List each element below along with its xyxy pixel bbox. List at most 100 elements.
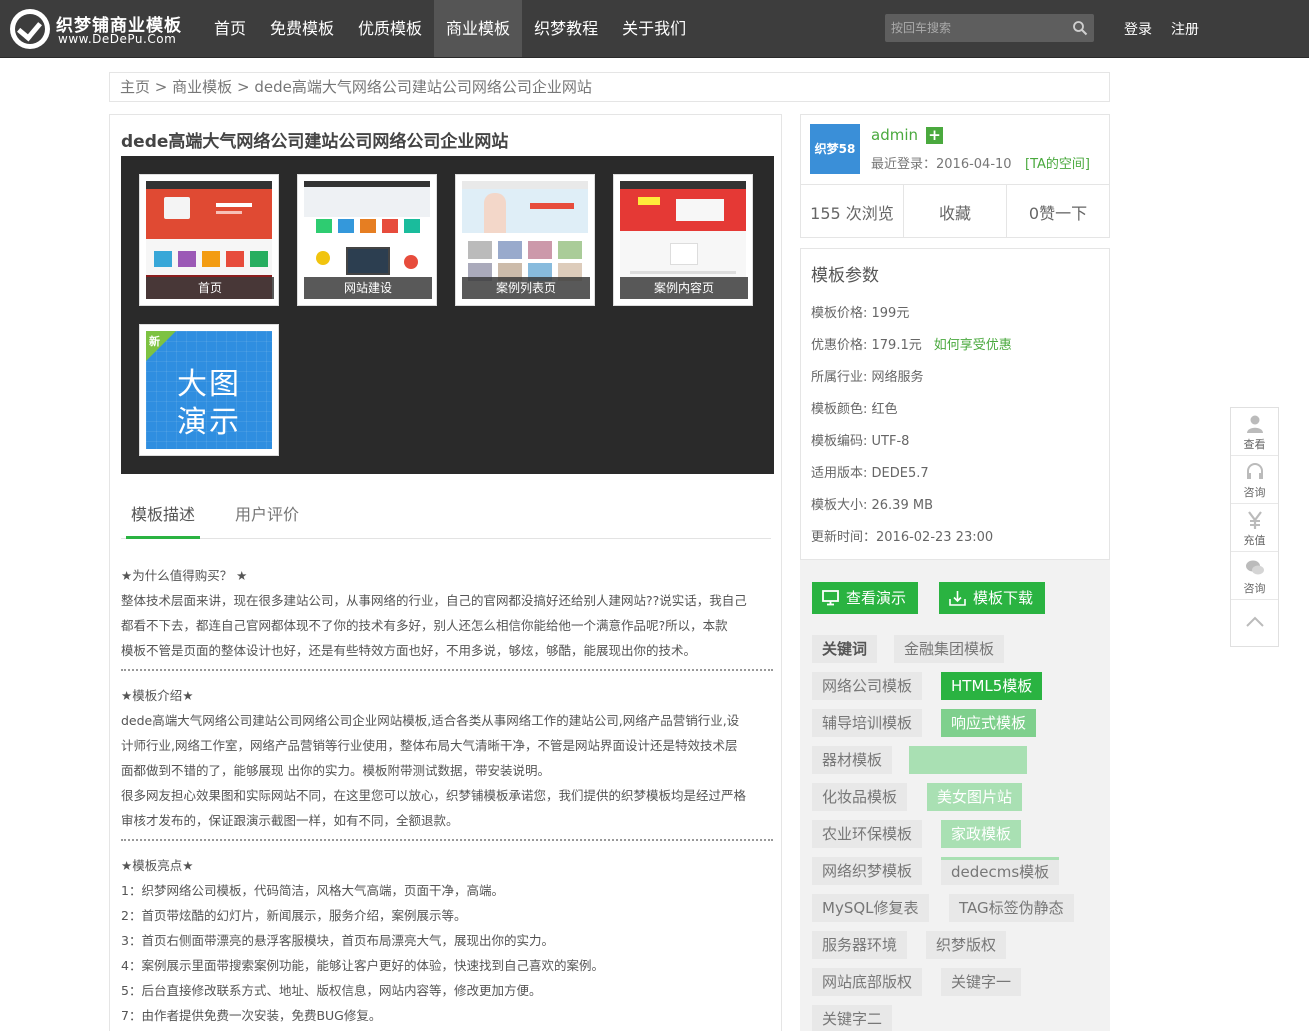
template-description: ★为什么值得购买？ ★ 整体技术层面来讲，现在很多建站公司，从事网络的行业，自己… [121,563,773,1031]
breadcrumb-sep: > [154,78,168,96]
tab-description[interactable]: 模板描述 [126,493,201,539]
download-icon [949,591,966,606]
view-demo-button[interactable]: 查看演示 [812,582,918,614]
nav-quality-templates[interactable]: 优质模板 [346,0,434,57]
gallery-thumb[interactable]: 案例内容页 [613,174,753,306]
tag[interactable]: HTML5模板 [941,672,1043,700]
page-title: dede高端大气网络公司建站公司网络公司企业网站 [121,132,509,152]
author-space-link[interactable]: [TA的空间] [1025,153,1090,172]
follow-plus-icon[interactable]: + [926,127,943,144]
avatar[interactable]: 织梦58 [810,124,860,174]
side-view-button[interactable]: 查看 [1231,408,1278,456]
thumb-caption: 案例内容页 [620,277,748,299]
main-nav: 首页 免费模板 优质模板 商业模板 织梦教程 关于我们 [202,0,698,57]
breadcrumb-sep: > [236,78,250,96]
why-section: ★为什么值得购买？ ★ 整体技术层面来讲，现在很多建站公司，从事网络的行业，自己… [121,563,773,671]
view-demo-label: 查看演示 [846,589,907,607]
tag[interactable] [909,746,1027,774]
param-industry: 所属行业: 网络服务 [811,370,924,385]
detail-tabs: 模板描述 用户评价 [121,493,771,539]
desc-line: 很多网友担心效果图和实际网站不同，在这里您可以放心，织梦铺模板承诺您，我们提供的… [121,788,747,803]
tag[interactable]: 网站底部版权 [812,968,923,996]
nav-free-templates[interactable]: 免费模板 [258,0,346,57]
tag[interactable]: TAG标签伪静态 [949,894,1074,922]
discount-link[interactable]: 如何享受优惠 [934,338,1012,353]
params-title: 模板参数 [811,266,879,286]
tag[interactable]: 美女图片站 [927,783,1023,811]
param-size: 模板大小: 26.39 MB [811,498,933,513]
tag[interactable]: 关键字一 [941,968,1022,996]
search-box [885,14,1094,42]
side-label: 咨询 [1243,582,1266,595]
tag[interactable]: 织梦版权 [926,931,1007,959]
thumb-caption: 首页 [146,277,274,299]
login-link[interactable]: 登录 [1124,19,1152,39]
section-heading: ★为什么值得购买？ ★ [121,568,248,583]
tag[interactable]: dedecms模板 [941,857,1060,885]
favorite-button[interactable]: 收藏 [904,185,1007,238]
desc-line: 4：案例展示里面带搜索案例功能，能够让客户更好的体验，快速找到自己喜欢的案例。 [121,958,604,973]
tag[interactable]: 器材模板 [812,746,893,774]
side-chat-button[interactable]: 咨询 [1231,552,1278,600]
tag[interactable]: 关键字二 [812,1005,893,1031]
gallery-thumb[interactable]: 网站建设 [297,174,437,306]
back-to-top-button[interactable] [1231,600,1278,648]
breadcrumb-category[interactable]: 商业模板 [172,78,232,96]
gallery-thumb[interactable]: 案例列表页 [455,174,595,306]
tag-keyword-label: 关键词 [812,635,878,663]
desc-line: 7：由作者提供免费一次安装，免费BUG修复。 [121,1008,382,1023]
param-price: 模板价格: 199元 [811,306,910,321]
gallery-thumb[interactable]: 首页 [139,174,279,306]
desc-line: 整体技术层面来讲，现在很多建站公司，从事网络的行业，自己的官网都没搞好还给别人建… [121,593,747,608]
tag[interactable]: MySQL修复表 [812,894,929,922]
desc-line: 审核才发布的，保证跟演示截图一样，如有不同，全额退款。 [121,813,459,828]
author-card: 织梦58 admin + 最近登录：2016-04-10 [TA的空间] 155… [800,114,1110,238]
section-heading: ★模板介绍★ [121,688,194,703]
desc-line: 模板不管是页面的整体设计也好，还是有些特效方面也好，不用多说，够炫，够酷，能展现… [121,643,697,658]
yen-icon [1248,511,1262,529]
desc-line: 计师行业,网络工作室，网络产品营销等行业使用，整体布局大气清晰干净，不管是网站界… [121,738,738,753]
side-label: 咨询 [1243,486,1266,499]
param-updated: 更新时间：2016-02-23 23:00 [811,530,994,545]
tag[interactable]: 服务器环境 [812,931,908,959]
chevron-up-icon [1246,616,1264,627]
top-header: 织梦铺商业模板 www.DeDePu.Com 首页 免费模板 优质模板 商业模板… [0,0,1309,58]
author-name[interactable]: admin [871,126,918,144]
nav-home[interactable]: 首页 [202,0,258,57]
actions-panel: 查看演示 模板下载 关键词 金融集团模板 网络公司模板 HTML5模板 辅导培训… [800,560,1110,1031]
download-button[interactable]: 模板下载 [939,582,1045,614]
register-link[interactable]: 注册 [1171,19,1199,39]
tag[interactable]: 农业环保模板 [812,820,923,848]
tag[interactable]: 网络公司模板 [812,672,923,700]
desc-line: 1：织梦网络公司模板，代码简洁，风格大气高端，页面干净，高端。 [121,883,504,898]
tag[interactable]: 化妆品模板 [812,783,908,811]
tag[interactable]: 辅导培训模板 [812,709,923,737]
side-consult-button[interactable]: 咨询 [1231,456,1278,504]
breadcrumb-current: dede高端大气网络公司建站公司网络公司企业网站 [254,78,592,96]
floating-toolbar: 查看 咨询 充值 咨询 [1230,407,1279,647]
tag[interactable]: 家政模板 [941,820,1022,848]
template-params: 模板参数 模板价格: 199元 优惠价格: 179.1元 如何享受优惠 所属行业:… [800,248,1110,560]
side-recharge-button[interactable]: 充值 [1231,504,1278,552]
tab-reviews[interactable]: 用户评价 [235,493,299,539]
tag[interactable]: 金融集团模板 [894,635,1005,663]
desc-line: 5：后台直接修改联系方式、地址、版权信息，网站内容等，修改更加方便。 [121,983,542,998]
nav-commercial-templates[interactable]: 商业模板 [434,0,523,57]
tag[interactable]: 网络织梦模板 [812,857,923,885]
section-heading: ★模板亮点★ [121,858,194,873]
download-label: 模板下载 [973,589,1034,607]
breadcrumb: 主页 > 商业模板 > dede高端大气网络公司建站公司网络公司企业网站 [109,72,1110,102]
nav-tutorials[interactable]: 织梦教程 [522,0,610,57]
like-button[interactable]: 0赞一下 [1007,185,1109,238]
big-demo-thumb[interactable]: 新 大图 演示 [139,324,279,456]
site-logo[interactable]: 织梦铺商业模板 www.DeDePu.Com [10,8,190,50]
search-input[interactable] [885,14,1065,42]
breadcrumb-home[interactable]: 主页 [120,78,150,96]
search-icon[interactable] [1072,20,1088,36]
tag[interactable]: 响应式模板 [941,709,1037,737]
param-encoding: 模板编码: UTF-8 [811,434,910,449]
stats-bar: 155 次浏览 收藏 0赞一下 [801,184,1109,238]
desc-line: dede高端大气网络公司建站公司网络公司企业网站模板,适合各类从事网络工作的建站… [121,713,740,728]
nav-about[interactable]: 关于我们 [610,0,698,57]
desc-line: 2：首页带炫酷的幻灯片，新闻展示，服务介绍，案例展示等。 [121,908,467,923]
